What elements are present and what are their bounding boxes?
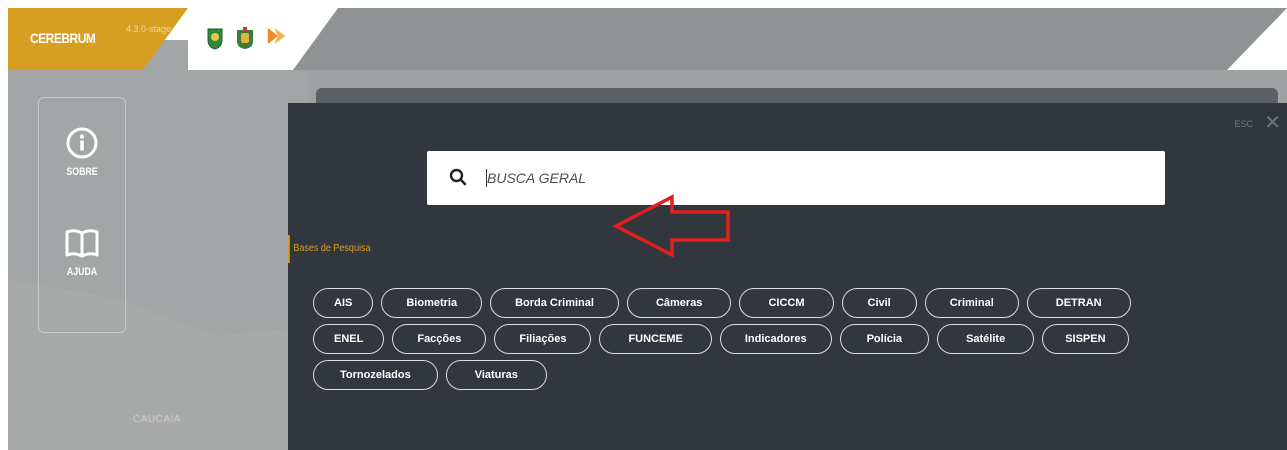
bases-pill-group: AIS Biometria Borda Criminal Câmeras CIC…	[313, 288, 1278, 396]
base-pill-funceme[interactable]: FUNCEME	[599, 324, 712, 354]
base-pill-policia[interactable]: Polícia	[839, 324, 930, 354]
book-icon	[65, 229, 99, 258]
base-pill-criminal[interactable]: Criminal	[924, 288, 1019, 318]
close-icon[interactable]: ✕	[1264, 113, 1281, 133]
base-pill-indicadores[interactable]: Indicadores	[719, 324, 832, 354]
search-modal: ESC ✕ Bases de Pesquisa AIS Biometria Bo…	[288, 103, 1287, 450]
sidebar-item-sobre[interactable]: SOBRE	[39, 126, 125, 178]
base-pill-detran[interactable]: DETRAN	[1026, 288, 1131, 318]
partner-logo	[267, 27, 286, 45]
top-bar: CEREBRUM 4.3.0-stage	[8, 8, 1287, 70]
bases-section-title: Bases de Pesquisa	[288, 235, 370, 263]
base-pill-filiacoes[interactable]: Filiações	[494, 324, 592, 354]
base-pill-civil[interactable]: Civil	[841, 288, 917, 318]
pill-row: Tornozelados Viaturas	[313, 360, 1278, 390]
brand-banner[interactable]: CEREBRUM 4.3.0-stage	[8, 8, 188, 70]
base-pill-sispen[interactable]: SISPEN	[1042, 324, 1129, 354]
map-place-label: CAUCAIA	[133, 414, 181, 425]
base-pill-faccoes[interactable]: Facções	[392, 324, 487, 354]
search-icon[interactable]	[449, 168, 467, 186]
base-pill-tornozelados[interactable]: Tornozelados	[313, 360, 438, 390]
esc-hint: ESC	[1234, 119, 1253, 129]
sidebar-item-label: SOBRE	[66, 166, 98, 178]
annotation-arrow-icon	[612, 194, 730, 258]
brand-name: CEREBRUM	[30, 30, 96, 46]
base-pill-cameras[interactable]: Câmeras	[626, 288, 732, 318]
sidebar-item-ajuda[interactable]: AJUDA	[39, 228, 125, 278]
state-crest-logo	[207, 28, 223, 50]
search-box[interactable]	[427, 151, 1165, 258]
base-pill-ciccm[interactable]: CICCM	[739, 288, 834, 318]
sidebar-item-label: AJUDA	[66, 266, 98, 278]
search-input[interactable]	[487, 163, 1087, 193]
pill-row: ENEL Facções Filiações FUNCEME Indicador…	[313, 324, 1278, 354]
top-bar-band	[248, 8, 1287, 70]
police-crest-logo	[237, 27, 253, 49]
base-pill-biometria[interactable]: Biometria	[381, 288, 483, 318]
side-panel: SOBRE AJUDA	[38, 97, 126, 333]
base-pill-viaturas[interactable]: Viaturas	[445, 360, 547, 390]
base-pill-enel[interactable]: ENEL	[313, 324, 385, 354]
info-icon	[66, 127, 98, 159]
base-pill-borda-criminal[interactable]: Borda Criminal	[490, 288, 619, 318]
pill-row: AIS Biometria Borda Criminal Câmeras CIC…	[313, 288, 1278, 318]
base-pill-ais[interactable]: AIS	[313, 288, 374, 318]
app-version: 4.3.0-stage	[126, 24, 172, 34]
base-pill-satelite[interactable]: Satélite	[937, 324, 1035, 354]
